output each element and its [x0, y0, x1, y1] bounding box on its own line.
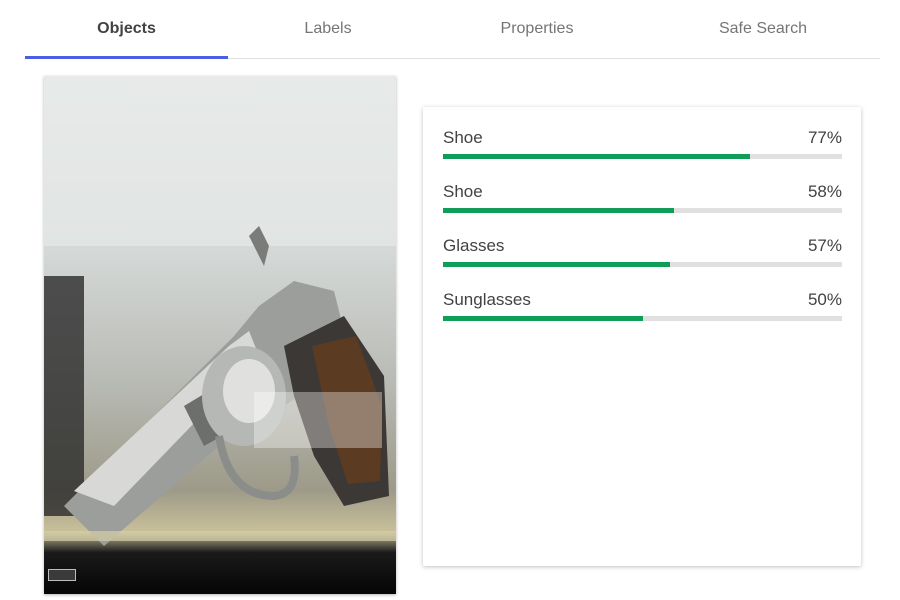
result-label: Sunglasses: [443, 290, 531, 309]
result-score: 50%: [807, 290, 842, 309]
result-label: Glasses: [443, 236, 505, 255]
analyzed-image: [44, 76, 396, 594]
vision-results-page: Objects Labels Properties Safe Search Sh…: [0, 0, 900, 600]
result-label: Shoe: [443, 128, 483, 147]
score-bar-fill: [443, 262, 671, 267]
tab-safe-search[interactable]: Safe Search: [646, 0, 880, 58]
score-bar-track: [443, 316, 842, 321]
tab-properties[interactable]: Properties: [428, 0, 646, 58]
objects-results-card: Shoe 77% Shoe 58% Glasses 57% Sunglasses…: [423, 107, 861, 566]
result-row: Sunglasses 50%: [443, 290, 842, 330]
score-bar-track: [443, 154, 842, 159]
result-score: 58%: [807, 182, 842, 201]
score-bar-fill: [443, 154, 751, 159]
result-label: Shoe: [443, 182, 483, 201]
score-bar-track: [443, 208, 842, 213]
image-watermark-stamp: [48, 569, 76, 581]
score-bar-track: [443, 262, 842, 267]
tab-labels[interactable]: Labels: [228, 0, 428, 58]
result-score: 77%: [807, 128, 842, 147]
revolver-photo-illustration: [44, 76, 396, 546]
result-score: 57%: [807, 236, 842, 255]
score-bar-fill: [443, 316, 643, 321]
tab-bar: Objects Labels Properties Safe Search: [25, 0, 880, 59]
score-bar-fill: [443, 208, 675, 213]
result-row: Shoe 58%: [443, 182, 842, 222]
result-row: Shoe 77%: [443, 128, 842, 168]
tab-objects[interactable]: Objects: [25, 0, 228, 59]
result-row: Glasses 57%: [443, 236, 842, 276]
